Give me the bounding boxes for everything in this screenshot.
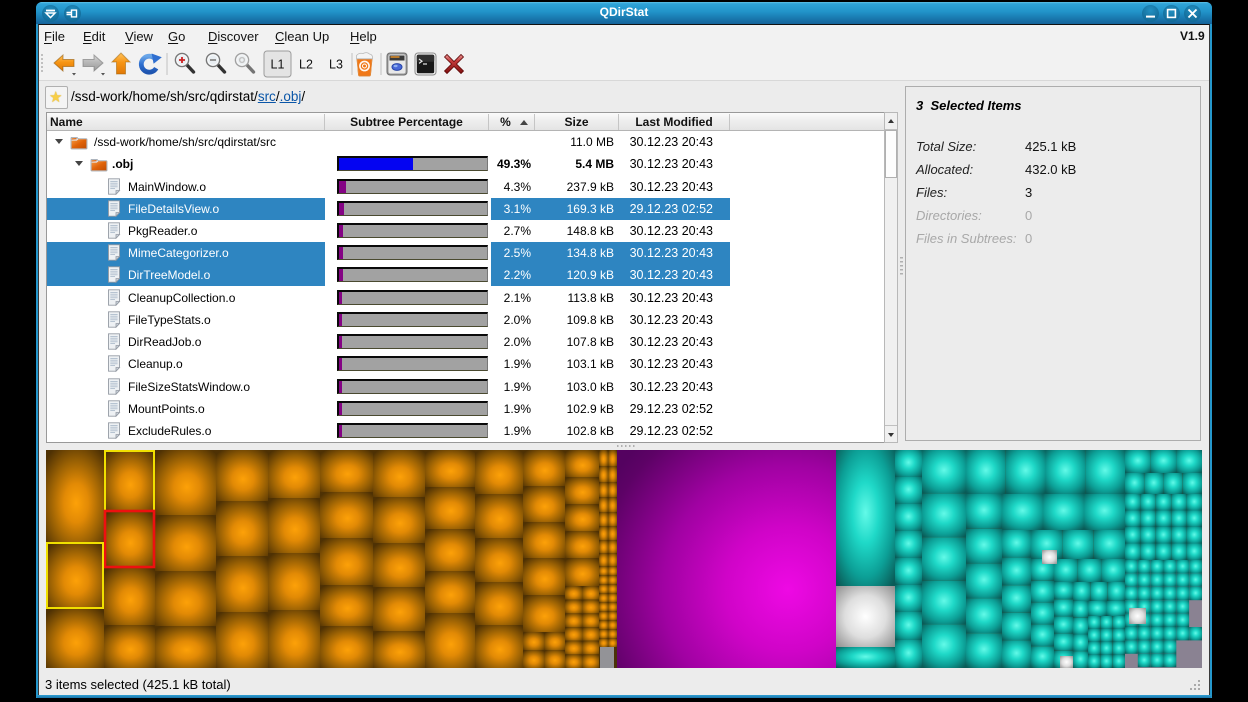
svg-text:L1: L1 xyxy=(271,58,285,72)
svg-text:L2: L2 xyxy=(299,58,313,72)
svg-text:L3: L3 xyxy=(329,58,343,72)
